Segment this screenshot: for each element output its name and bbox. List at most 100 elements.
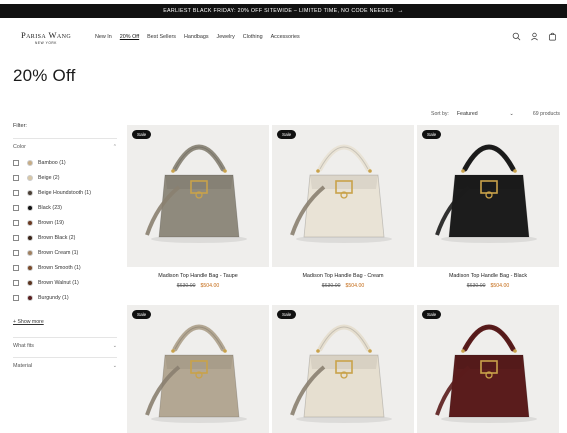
color-option-label: Brown Cream (1): [38, 249, 79, 256]
color-swatch: [27, 234, 33, 241]
product-card[interactable]: Sale: [127, 305, 269, 433]
color-swatch: [27, 249, 33, 256]
original-price: $630.00: [176, 283, 196, 289]
facet-material-title: Material: [13, 363, 33, 369]
brand-logo[interactable]: Parisa Wang NEW YORK: [20, 30, 72, 45]
color-option-label: Brown (19): [38, 219, 64, 226]
color-option[interactable]: Brown Cream (1): [13, 245, 117, 260]
filter-label: Filter:: [13, 123, 27, 129]
facet-what-fits[interactable]: What fits ⌄: [13, 337, 117, 354]
color-option-label: Brown Walnut (1): [38, 279, 79, 286]
sale-badge: Sale: [132, 310, 152, 319]
product-card[interactable]: Sale Madison Top Handle Bag - Cream $630.0…: [272, 125, 414, 289]
color-option-label: Bamboo (1): [38, 159, 66, 166]
color-option[interactable]: Burgundy (1): [13, 290, 117, 305]
nav-item-20-off[interactable]: 20% Off: [120, 34, 139, 40]
color-option[interactable]: Bamboo (1): [13, 155, 117, 170]
product-name[interactable]: Madison Top Handle Bag - Black: [417, 273, 559, 279]
facet-color-header[interactable]: Color ⌃: [13, 139, 117, 155]
sort-label: Sort by:: [431, 111, 449, 117]
nav-item-clothing[interactable]: Clothing: [243, 34, 263, 40]
product-image[interactable]: Sale: [417, 305, 559, 433]
checkbox[interactable]: [13, 204, 19, 211]
nav-item-best-sellers[interactable]: Best Sellers: [147, 34, 176, 40]
checkbox[interactable]: [13, 294, 19, 301]
checkbox[interactable]: [13, 234, 19, 241]
color-option-label: Brown Black (2): [38, 234, 76, 241]
handbag-illustration: [435, 324, 537, 423]
product-image[interactable]: Sale: [272, 125, 414, 267]
color-swatch: [27, 219, 33, 226]
checkbox[interactable]: [13, 279, 19, 286]
product-card[interactable]: Sale Madison Top Handle Bag - Taupe $630.0…: [127, 125, 269, 289]
color-option[interactable]: Brown Smooth (1): [13, 260, 117, 275]
product-name[interactable]: Madison Top Handle Bag - Cream: [272, 273, 414, 279]
nav-item-jewelry[interactable]: Jewelry: [217, 34, 235, 40]
product-card[interactable]: Sale: [272, 305, 414, 433]
sale-badge: Sale: [422, 310, 442, 319]
color-option-label: Brown Smooth (1): [38, 264, 81, 271]
account-icon[interactable]: [530, 32, 539, 41]
checkbox[interactable]: [13, 159, 19, 166]
product-image[interactable]: Sale: [127, 125, 269, 267]
product-image[interactable]: Sale: [127, 305, 269, 433]
color-swatch: [27, 189, 33, 196]
original-price: $630.00: [466, 283, 486, 289]
brand-tagline: NEW YORK: [34, 41, 58, 45]
checkbox[interactable]: [13, 174, 19, 181]
color-swatch: [27, 204, 33, 211]
sale-badge: Sale: [132, 130, 152, 139]
sale-price: $504.00: [490, 283, 510, 289]
color-option[interactable]: Brown Walnut (1): [13, 275, 117, 290]
product-image[interactable]: Sale: [417, 125, 559, 267]
search-icon[interactable]: [512, 32, 521, 41]
sale-badge: Sale: [277, 130, 297, 139]
chevron-down-icon: ⌄: [112, 343, 117, 349]
original-price: $630.00: [321, 283, 341, 289]
product-price: $630.00 $504.00: [272, 283, 414, 289]
checkbox[interactable]: [13, 219, 19, 226]
show-more-link[interactable]: + Show more: [13, 319, 44, 325]
color-option[interactable]: Beige (2): [13, 170, 117, 185]
color-swatch: [27, 159, 33, 166]
color-swatch: [27, 174, 33, 181]
promo-banner[interactable]: EARLIEST BLACK FRIDAY: 20% OFF SITEWIDE …: [0, 4, 567, 18]
color-option-label: Burgundy (1): [38, 294, 69, 301]
sort-select[interactable]: Featured ⌄: [457, 111, 514, 117]
sort-value: Featured: [456, 111, 478, 117]
facet-what-fits-title: What fits: [13, 343, 34, 349]
arrow-right-icon: →: [397, 8, 404, 14]
sale-price: $504.00: [200, 283, 220, 289]
checkbox[interactable]: [13, 264, 19, 271]
page-title: 20% Off: [13, 66, 76, 85]
facet-material[interactable]: Material ⌄: [13, 357, 117, 374]
promo-text: EARLIEST BLACK FRIDAY: 20% OFF SITEWIDE …: [163, 8, 394, 14]
handbag-illustration: [145, 324, 247, 423]
nav-item-new-in[interactable]: New In: [95, 34, 112, 40]
facet-material-header[interactable]: Material ⌄: [13, 358, 117, 374]
site-header: Parisa Wang NEW YORK New In 20% Off Best…: [0, 24, 567, 50]
product-price: $630.00 $504.00: [127, 283, 269, 289]
handbag-illustration: [290, 324, 392, 423]
color-options: Bamboo (1) Beige (2) Beige Houndstooth (1)…: [13, 155, 117, 305]
color-option-label: Beige (2): [38, 174, 60, 181]
nav-item-accessories[interactable]: Accessories: [271, 34, 300, 40]
color-option[interactable]: Brown (19): [13, 215, 117, 230]
product-card[interactable]: Sale: [417, 305, 559, 433]
color-swatch: [27, 279, 33, 286]
checkbox[interactable]: [13, 249, 19, 256]
facet-what-fits-header[interactable]: What fits ⌄: [13, 338, 117, 354]
facet-color: Color ⌃ Bamboo (1) Beige (2) Beige Houndst…: [13, 138, 117, 305]
color-swatch: [27, 294, 33, 301]
checkbox[interactable]: [13, 189, 19, 196]
color-option[interactable]: Beige Houndstooth (1): [13, 185, 117, 200]
color-option[interactable]: Brown Black (2): [13, 230, 117, 245]
cart-icon[interactable]: [548, 32, 557, 41]
handbag-illustration: [435, 144, 537, 243]
nav-item-handbags[interactable]: Handbags: [184, 34, 209, 40]
product-card[interactable]: Sale Madison Top Handle Bag - Black $630.0…: [417, 125, 559, 289]
color-option-label: Beige Houndstooth (1): [38, 189, 92, 196]
product-image[interactable]: Sale: [272, 305, 414, 433]
product-name[interactable]: Madison Top Handle Bag - Taupe: [127, 273, 269, 279]
color-option[interactable]: Black (23): [13, 200, 117, 215]
